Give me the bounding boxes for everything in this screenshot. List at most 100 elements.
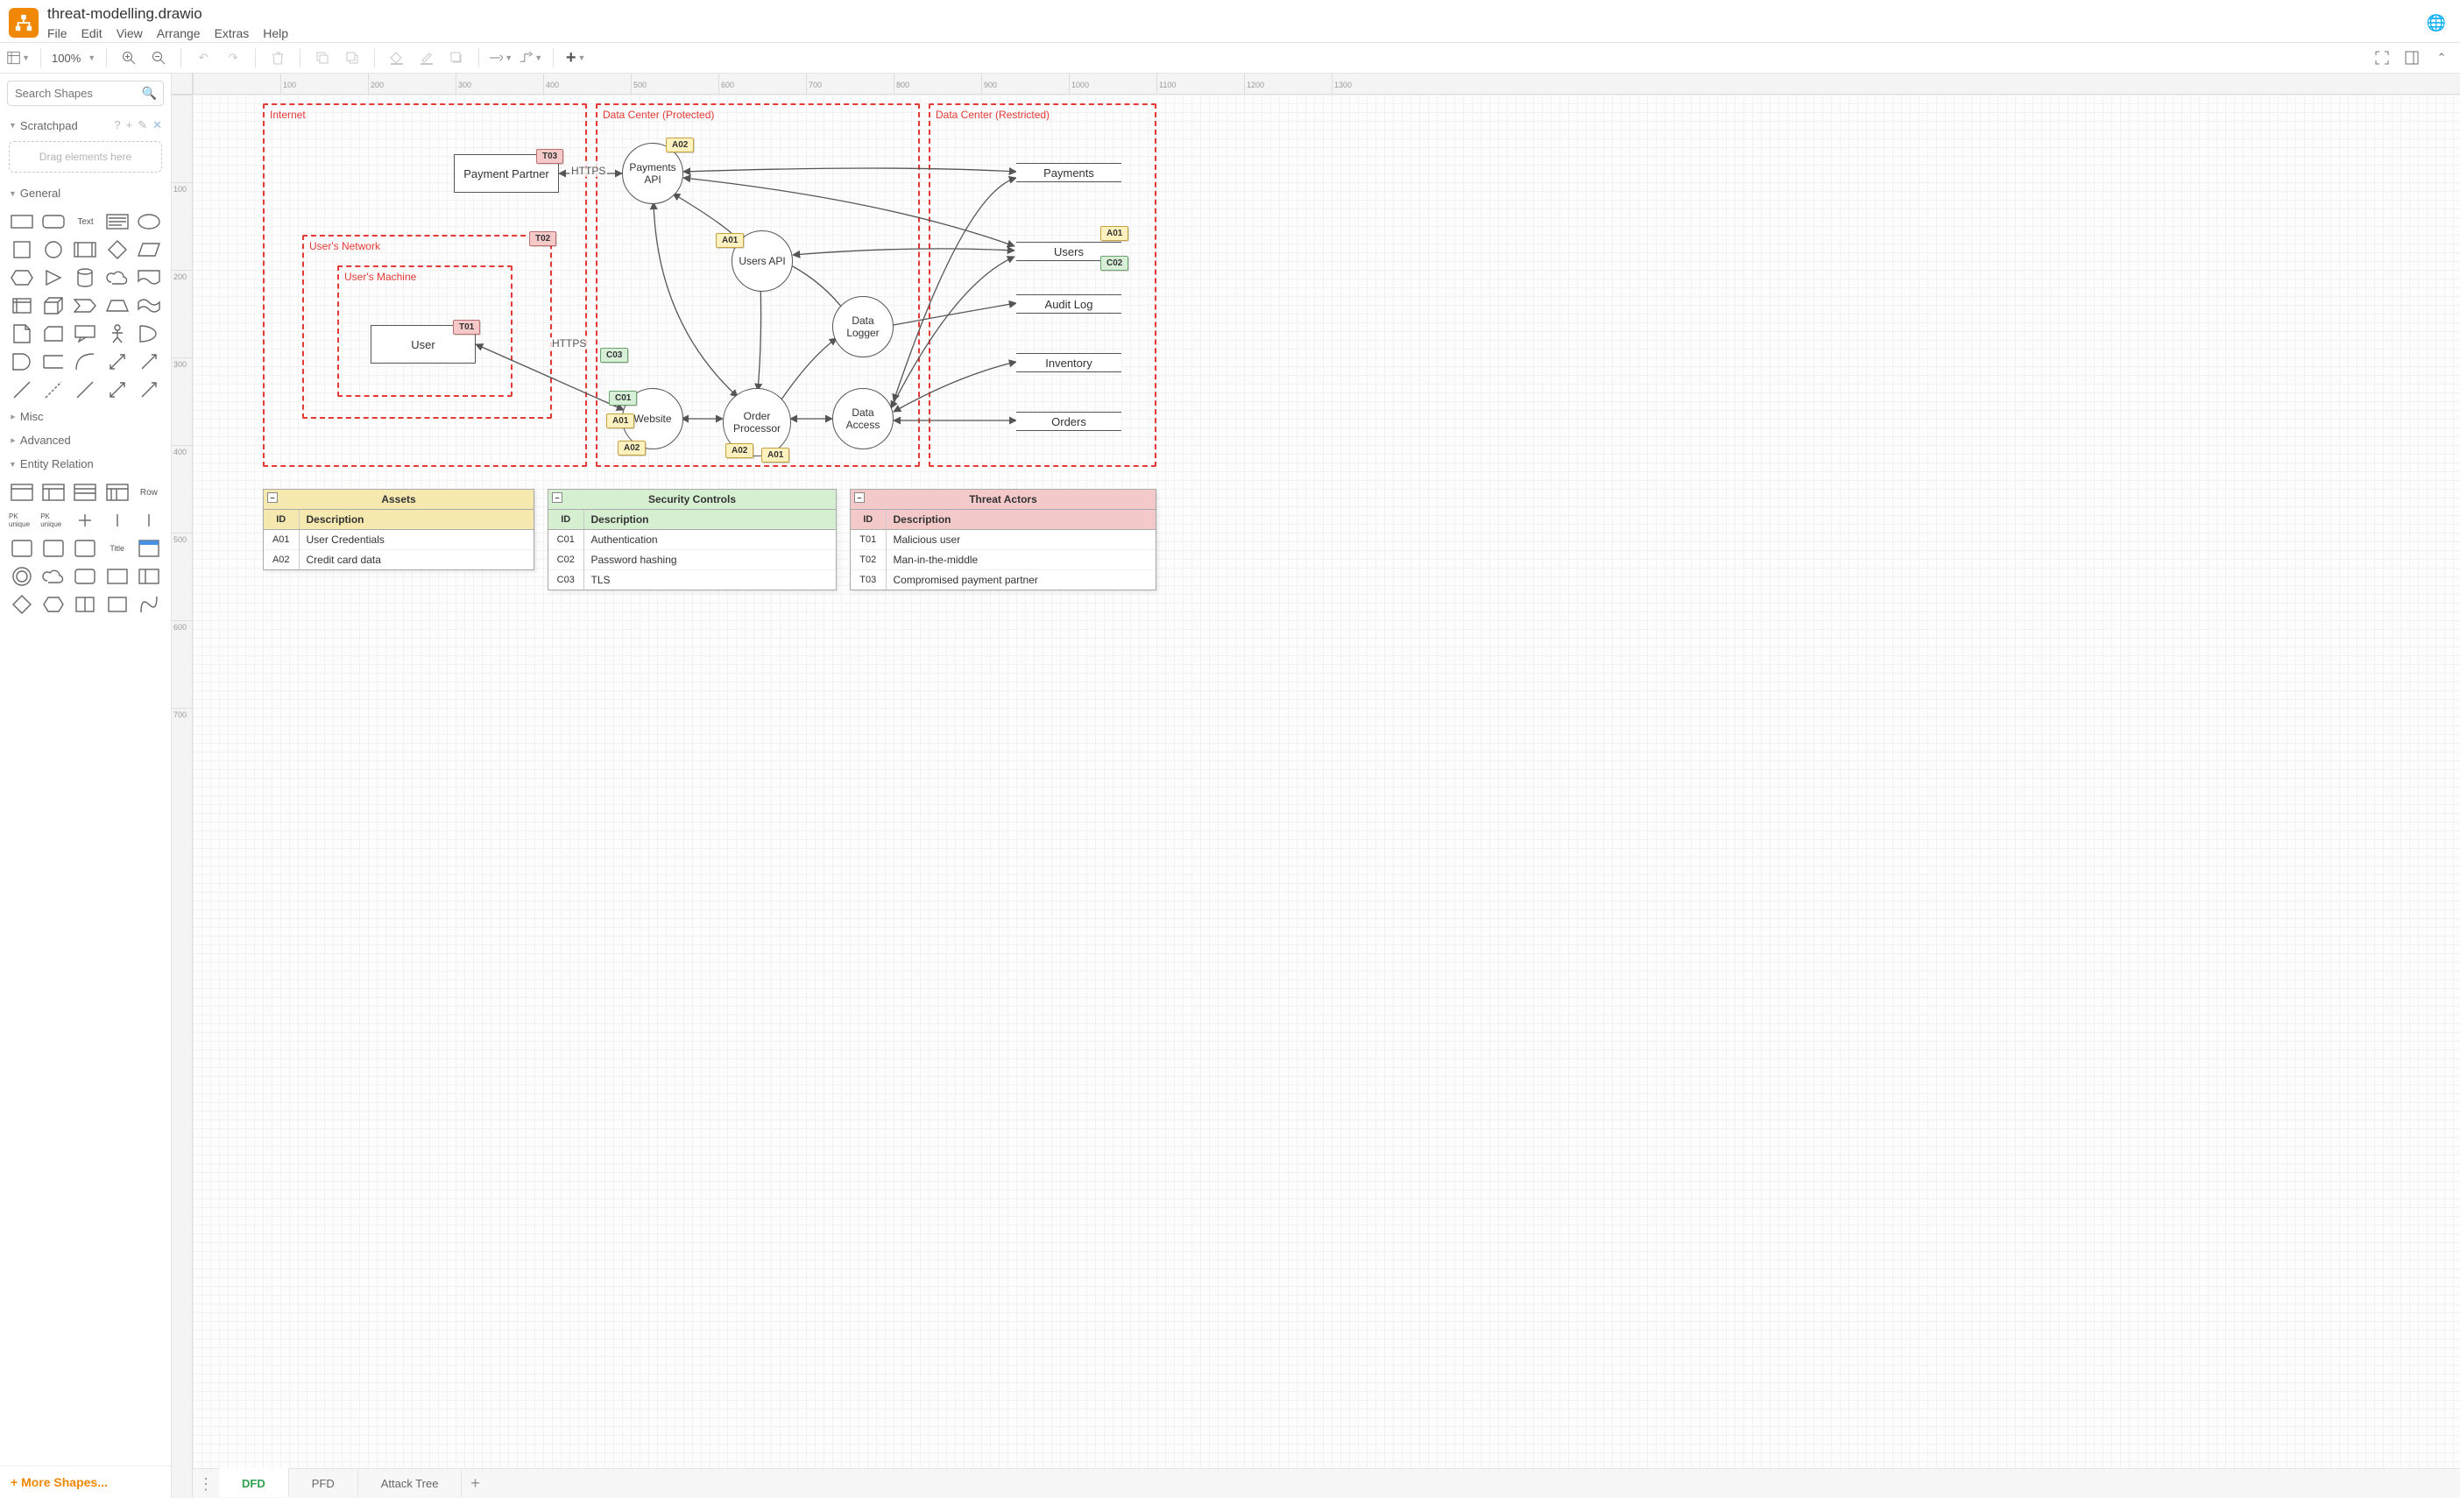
er-pk[interactable]: PK unique bbox=[9, 509, 35, 532]
er-conn3[interactable] bbox=[136, 509, 162, 532]
shape-and[interactable] bbox=[9, 350, 35, 373]
scratchpad-edit-icon[interactable]: ✎ bbox=[138, 118, 147, 132]
legend-assets-collapse[interactable]: – bbox=[267, 492, 278, 503]
general-header[interactable]: ▼General bbox=[0, 181, 171, 205]
er-conn1[interactable] bbox=[72, 509, 98, 532]
scratchpad-add-icon[interactable]: + bbox=[126, 118, 133, 132]
node-data-access[interactable]: Data Access bbox=[832, 388, 894, 449]
shape-circle[interactable] bbox=[40, 238, 67, 261]
misc-header[interactable]: ▼Misc bbox=[0, 405, 171, 428]
page-tab-dfd[interactable]: DFD bbox=[219, 1468, 289, 1497]
tag-t01[interactable]: T01 bbox=[453, 320, 480, 335]
connection-button[interactable]: ▼ bbox=[490, 46, 512, 69]
scratchpad-header[interactable]: ▼Scratchpad ? + ✎ ✕ bbox=[0, 113, 171, 138]
er-title[interactable]: Title bbox=[104, 537, 131, 560]
er-diamond[interactable] bbox=[9, 593, 35, 616]
shape-line[interactable] bbox=[9, 378, 35, 401]
er-entity2[interactable] bbox=[72, 565, 98, 588]
shape-process[interactable] bbox=[72, 238, 98, 261]
shape-card[interactable] bbox=[40, 322, 67, 345]
er-pk2[interactable]: PK unique bbox=[40, 509, 67, 532]
tag-website-c01[interactable]: C01 bbox=[609, 391, 637, 406]
shape-parallelogram[interactable] bbox=[136, 238, 162, 261]
shape-datastore[interactable] bbox=[40, 350, 67, 373]
er-entity4[interactable] bbox=[136, 565, 162, 588]
er-table4[interactable] bbox=[104, 481, 131, 504]
menu-view[interactable]: View bbox=[117, 26, 143, 40]
fill-color-button[interactable] bbox=[385, 46, 408, 69]
pages-menu-button[interactable]: ⋮ bbox=[193, 1480, 219, 1488]
er-table1[interactable] bbox=[9, 481, 35, 504]
add-page-button[interactable]: + bbox=[462, 1474, 488, 1493]
more-shapes-button[interactable]: + More Shapes... bbox=[0, 1466, 171, 1498]
shape-document[interactable] bbox=[136, 266, 162, 289]
store-inventory[interactable]: Inventory bbox=[1016, 353, 1121, 372]
tag-op-a02[interactable]: A02 bbox=[725, 443, 753, 458]
store-payments[interactable]: Payments bbox=[1016, 163, 1121, 182]
er-note5[interactable] bbox=[104, 593, 131, 616]
collapse-button[interactable]: ⌃ bbox=[2430, 46, 2453, 69]
er-table3[interactable] bbox=[72, 481, 98, 504]
format-panel-button[interactable] bbox=[2400, 46, 2423, 69]
tag-website-a01[interactable]: A01 bbox=[606, 413, 634, 428]
shape-diamond[interactable] bbox=[104, 238, 131, 261]
menu-extras[interactable]: Extras bbox=[215, 26, 250, 40]
menu-file[interactable]: File bbox=[47, 26, 67, 40]
shape-text[interactable]: Text bbox=[72, 210, 98, 233]
tag-flow-c03[interactable]: C03 bbox=[600, 348, 628, 363]
er-table2[interactable] bbox=[40, 481, 67, 504]
sidebar-toggle-button[interactable]: ▼ bbox=[7, 46, 30, 69]
er-note3[interactable] bbox=[72, 537, 98, 560]
tag-op-a01[interactable]: A01 bbox=[761, 448, 789, 463]
shape-tape[interactable] bbox=[136, 294, 162, 317]
er-cloud[interactable] bbox=[40, 565, 67, 588]
shape-dashed[interactable] bbox=[40, 378, 67, 401]
language-icon[interactable]: 🌐 bbox=[2427, 14, 2451, 32]
delete-button[interactable] bbox=[266, 46, 289, 69]
shape-rounded-rect[interactable] bbox=[40, 210, 67, 233]
to-front-button[interactable] bbox=[311, 46, 334, 69]
zoom-select[interactable]: 100%▼ bbox=[52, 52, 95, 65]
shape-step[interactable] bbox=[72, 294, 98, 317]
insert-button[interactable]: +▼ bbox=[564, 46, 587, 69]
store-audit-log[interactable]: Audit Log bbox=[1016, 294, 1121, 314]
er-note2[interactable] bbox=[40, 537, 67, 560]
er-curve[interactable] bbox=[136, 593, 162, 616]
legend-controls[interactable]: –Security Controls IDDescription C01Auth… bbox=[548, 489, 837, 590]
shape-internal-storage[interactable] bbox=[9, 294, 35, 317]
er-conn2[interactable] bbox=[104, 509, 131, 532]
legend-controls-collapse[interactable]: – bbox=[552, 492, 562, 503]
shape-or2[interactable] bbox=[136, 322, 162, 345]
shape-rect[interactable] bbox=[9, 210, 35, 233]
undo-button[interactable]: ↶ bbox=[192, 46, 215, 69]
search-shapes-input[interactable] bbox=[7, 81, 164, 106]
shape-callout[interactable] bbox=[72, 322, 98, 345]
store-orders[interactable]: Orders bbox=[1016, 412, 1121, 431]
shape-actor[interactable] bbox=[104, 322, 131, 345]
page-tab-attack-tree[interactable]: Attack Tree bbox=[358, 1470, 463, 1497]
shape-cylinder[interactable] bbox=[72, 266, 98, 289]
node-data-logger[interactable]: Data Logger bbox=[832, 296, 894, 357]
advanced-header[interactable]: ▼Advanced bbox=[0, 428, 171, 452]
scratchpad-close-icon[interactable]: ✕ bbox=[152, 118, 162, 132]
er-row[interactable]: Row bbox=[136, 481, 162, 504]
tag-website-a02[interactable]: A02 bbox=[618, 441, 646, 456]
menu-help[interactable]: Help bbox=[263, 26, 288, 40]
document-title[interactable]: threat-modelling.drawio bbox=[47, 5, 288, 23]
tag-paymentsapi-a02[interactable]: A02 bbox=[666, 138, 694, 152]
page-tab-pfd[interactable]: PFD bbox=[289, 1470, 358, 1497]
shape-bi2[interactable] bbox=[104, 378, 131, 401]
er-entity3[interactable] bbox=[104, 565, 131, 588]
entity-relation-header[interactable]: ▼Entity Relation bbox=[0, 452, 171, 476]
er-note1[interactable] bbox=[9, 537, 35, 560]
tag-t03[interactable]: T03 bbox=[536, 149, 563, 164]
canvas[interactable]: Internet User's Network User's Machine D… bbox=[193, 95, 2460, 1468]
shape-curve[interactable] bbox=[72, 350, 98, 373]
tag-users-c02[interactable]: C02 bbox=[1100, 256, 1128, 271]
shape-cloud[interactable] bbox=[104, 266, 131, 289]
menu-arrange[interactable]: Arrange bbox=[157, 26, 201, 40]
shadow-button[interactable] bbox=[445, 46, 468, 69]
shape-square[interactable] bbox=[9, 238, 35, 261]
shape-arrow[interactable] bbox=[136, 350, 162, 373]
scratchpad-help-icon[interactable]: ? bbox=[114, 118, 120, 132]
